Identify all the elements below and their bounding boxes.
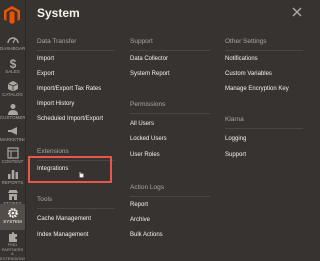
- menu-link-index-management[interactable]: Index Management: [37, 232, 88, 238]
- section-divider: [130, 113, 210, 114]
- menu-link-user-roles[interactable]: User Roles: [130, 152, 160, 158]
- section-title-extensions: Extensions: [37, 148, 69, 155]
- sidebar-item-label: FIND PARTNERS & EXTENSIONS: [0, 243, 25, 261]
- menu-link-system-report[interactable]: System Report: [130, 71, 170, 77]
- section-title-permissions: Permissions: [130, 101, 166, 108]
- menu-link-cache-management[interactable]: Cache Management: [37, 216, 91, 222]
- menu-link-all-users[interactable]: All Users: [130, 121, 154, 127]
- menu-link-locked-users[interactable]: Locked Users: [130, 136, 167, 142]
- menu-link-manage-encryption-key[interactable]: Manage Encryption Key: [225, 86, 289, 92]
- menu-link-notifications[interactable]: Notifications: [225, 56, 258, 62]
- svg-text:$: $: [9, 57, 16, 69]
- menu-link-custom-variables[interactable]: Custom Variables: [225, 71, 272, 77]
- section-title-support: Support: [130, 38, 153, 45]
- integrations-highlight-box: [28, 156, 112, 183]
- section-divider: [130, 50, 210, 51]
- menu-link-archive[interactable]: Archive: [130, 217, 150, 223]
- sidebar-item-label: MARKETING: [0, 137, 25, 142]
- dollar-icon: $: [9, 57, 16, 69]
- section-title-other-settings: Other Settings: [225, 38, 267, 45]
- store-icon: [7, 190, 18, 200]
- menu-link-data-collector[interactable]: Data Collector: [130, 56, 168, 62]
- sidebar-item-system[interactable]: SYSTEM: [0, 204, 25, 230]
- bar-chart-icon: [7, 170, 18, 179]
- admin-sidebar: DASHBOARD $ SALES CATALOG CUSTOMERS MARK…: [0, 0, 26, 261]
- sidebar-item-label: CATALOG: [2, 92, 23, 97]
- sidebar-item-label: CONTENT: [1, 159, 24, 164]
- menu-link-klarna-support[interactable]: Support: [225, 152, 246, 158]
- menu-link-export[interactable]: Export: [37, 71, 54, 77]
- menu-link-import[interactable]: Import: [37, 56, 54, 62]
- sidebar-item-find-partners[interactable]: FIND PARTNERS & EXTENSIONS: [0, 228, 25, 260]
- section-divider: [130, 196, 210, 197]
- section-divider: [37, 208, 115, 209]
- magento-logo-icon[interactable]: [4, 6, 20, 24]
- layout-icon: [6, 147, 19, 159]
- gear-icon: [7, 207, 18, 219]
- sidebar-item-label: REPORTS: [1, 180, 24, 185]
- section-title-data-transfer: Data Transfer: [37, 38, 77, 45]
- section-title-tools: Tools: [37, 196, 53, 203]
- menu-link-import-export-tax-rates[interactable]: Import/Export Tax Rates: [37, 86, 101, 92]
- menu-link-logging[interactable]: Logging: [225, 136, 246, 142]
- sidebar-item-label: DASHBOARD: [0, 46, 25, 51]
- menu-link-import-history[interactable]: Import History: [37, 101, 74, 107]
- sidebar-item-label: SYSTEM: [3, 219, 22, 224]
- box-icon: [7, 81, 18, 92]
- section-title-action-logs: Action Logs: [130, 184, 164, 191]
- section-divider: [225, 128, 303, 129]
- section-title-klarna: Klarna: [225, 116, 244, 123]
- sidebar-item-label: SALES: [5, 69, 20, 74]
- section-divider: [225, 50, 303, 51]
- menu-link-report[interactable]: Report: [130, 202, 148, 208]
- megaphone-icon: [7, 127, 17, 135]
- menu-link-bulk-actions[interactable]: Bulk Actions: [130, 232, 163, 238]
- close-icon[interactable]: [292, 7, 302, 17]
- mouse-cursor-icon: [79, 172, 84, 178]
- sidebar-item-label: CUSTOMERS: [0, 115, 25, 120]
- section-divider: [37, 50, 115, 51]
- person-icon: [7, 104, 18, 115]
- panel-title: System: [37, 6, 80, 20]
- dashboard-icon: [6, 37, 19, 44]
- puzzle-icon: [8, 232, 17, 242]
- menu-link-scheduled-import-export[interactable]: Scheduled Import/Export: [37, 116, 103, 122]
